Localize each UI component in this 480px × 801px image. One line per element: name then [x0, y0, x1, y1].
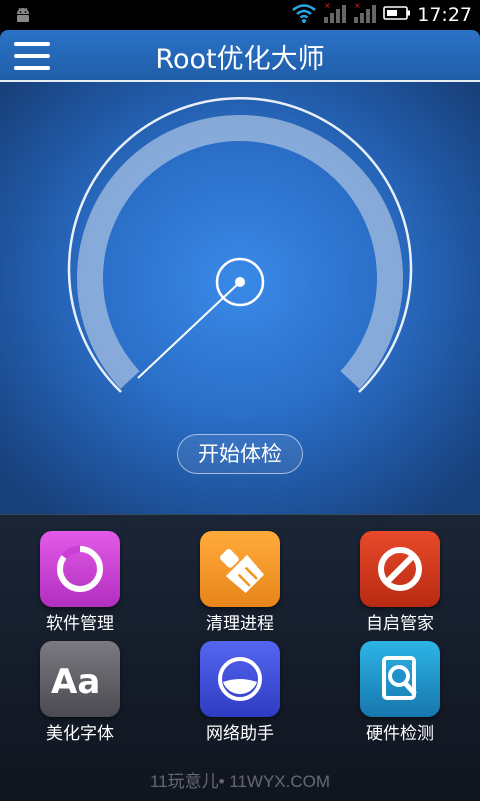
block-icon	[360, 531, 440, 607]
hardware-search-icon	[360, 641, 440, 717]
title-bar: Root优化大师	[0, 30, 480, 82]
tool-grid: 软件管理 清理进程 自启管家 Aa 美化字体 网络助手 硬件检测 11玩意儿• …	[0, 514, 480, 801]
svg-text:Aa: Aa	[51, 662, 100, 701]
battery-icon	[383, 5, 411, 25]
tool-label: 美化字体	[46, 724, 114, 744]
android-icon	[14, 6, 32, 28]
start-check-button[interactable]: 开始体检	[177, 434, 303, 474]
gauge-track	[77, 115, 403, 389]
app-title: Root优化大师	[155, 44, 325, 75]
broom-icon	[200, 531, 280, 607]
svg-text:×: ×	[324, 2, 331, 10]
gauge-needle	[137, 281, 241, 379]
font-icon: Aa	[40, 641, 120, 717]
tool-startup-manager[interactable]: 自启管家	[335, 515, 465, 634]
gauge-panel: 开始体检	[0, 82, 480, 514]
tool-hardware-check[interactable]: 硬件检测	[335, 625, 465, 744]
status-bar: × × 17:27	[0, 0, 480, 30]
signal-icon: ×	[323, 1, 347, 28]
wifi-icon	[291, 2, 317, 28]
network-icon	[200, 641, 280, 717]
tool-network-assistant[interactable]: 网络助手	[175, 625, 305, 744]
status-time: 17:27	[417, 4, 472, 26]
svg-text:×: ×	[354, 2, 361, 10]
tool-font-beautify[interactable]: Aa 美化字体	[15, 625, 145, 744]
tool-process-cleaner[interactable]: 清理进程	[175, 515, 305, 634]
watermark: 11玩意儿• 11WYX.COM	[149, 772, 331, 791]
tool-label: 网络助手	[206, 724, 274, 744]
tool-label: 硬件检测	[366, 724, 434, 744]
software-manager-icon	[40, 531, 120, 607]
tool-software-manager[interactable]: 软件管理	[15, 515, 145, 634]
signal-icon: ×	[353, 1, 377, 28]
